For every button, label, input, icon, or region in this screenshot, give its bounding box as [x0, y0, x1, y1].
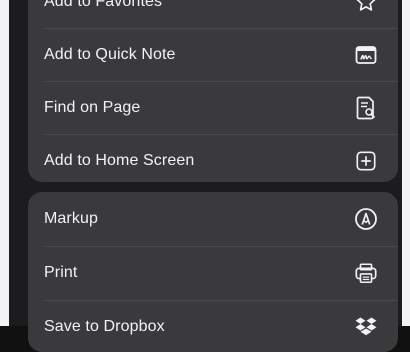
menu-item-label: Add to Favorites [44, 0, 163, 10]
find-on-page-icon [354, 96, 378, 120]
menu-item-label: Find on Page [44, 99, 141, 116]
dropbox-icon [354, 315, 378, 339]
menu-item-add-to-favorites[interactable]: Add to Favorites [28, 0, 398, 28]
add-square-icon [354, 149, 378, 173]
menu-item-label: Markup [44, 210, 98, 227]
right-screen-edge [402, 0, 410, 326]
menu-item-label: Save to Dropbox [44, 318, 165, 335]
share-sheet: Add to Favorites Add to Quick Note Find … [9, 0, 402, 352]
star-icon [354, 0, 378, 14]
menu-item-markup[interactable]: Markup [28, 193, 398, 245]
menu-item-label: Add to Home Screen [44, 152, 195, 169]
menu-item-label: Add to Quick Note [44, 46, 176, 63]
printer-icon [354, 261, 378, 285]
menu-item-print[interactable]: Print [28, 247, 398, 299]
actions-group-secondary: Markup Print Save to Dropbox [28, 192, 398, 352]
actions-group-primary: Add to Favorites Add to Quick Note Find … [28, 0, 398, 182]
markup-pen-icon [354, 207, 378, 231]
quick-note-icon [354, 43, 378, 67]
menu-item-add-to-home-screen[interactable]: Add to Home Screen [28, 135, 398, 182]
menu-item-label: Print [44, 264, 78, 281]
menu-item-find-on-page[interactable]: Find on Page [28, 82, 398, 134]
menu-item-add-to-quick-note[interactable]: Add to Quick Note [28, 29, 398, 81]
left-screen-edge [0, 0, 9, 326]
menu-item-save-to-dropbox[interactable]: Save to Dropbox [28, 301, 398, 352]
